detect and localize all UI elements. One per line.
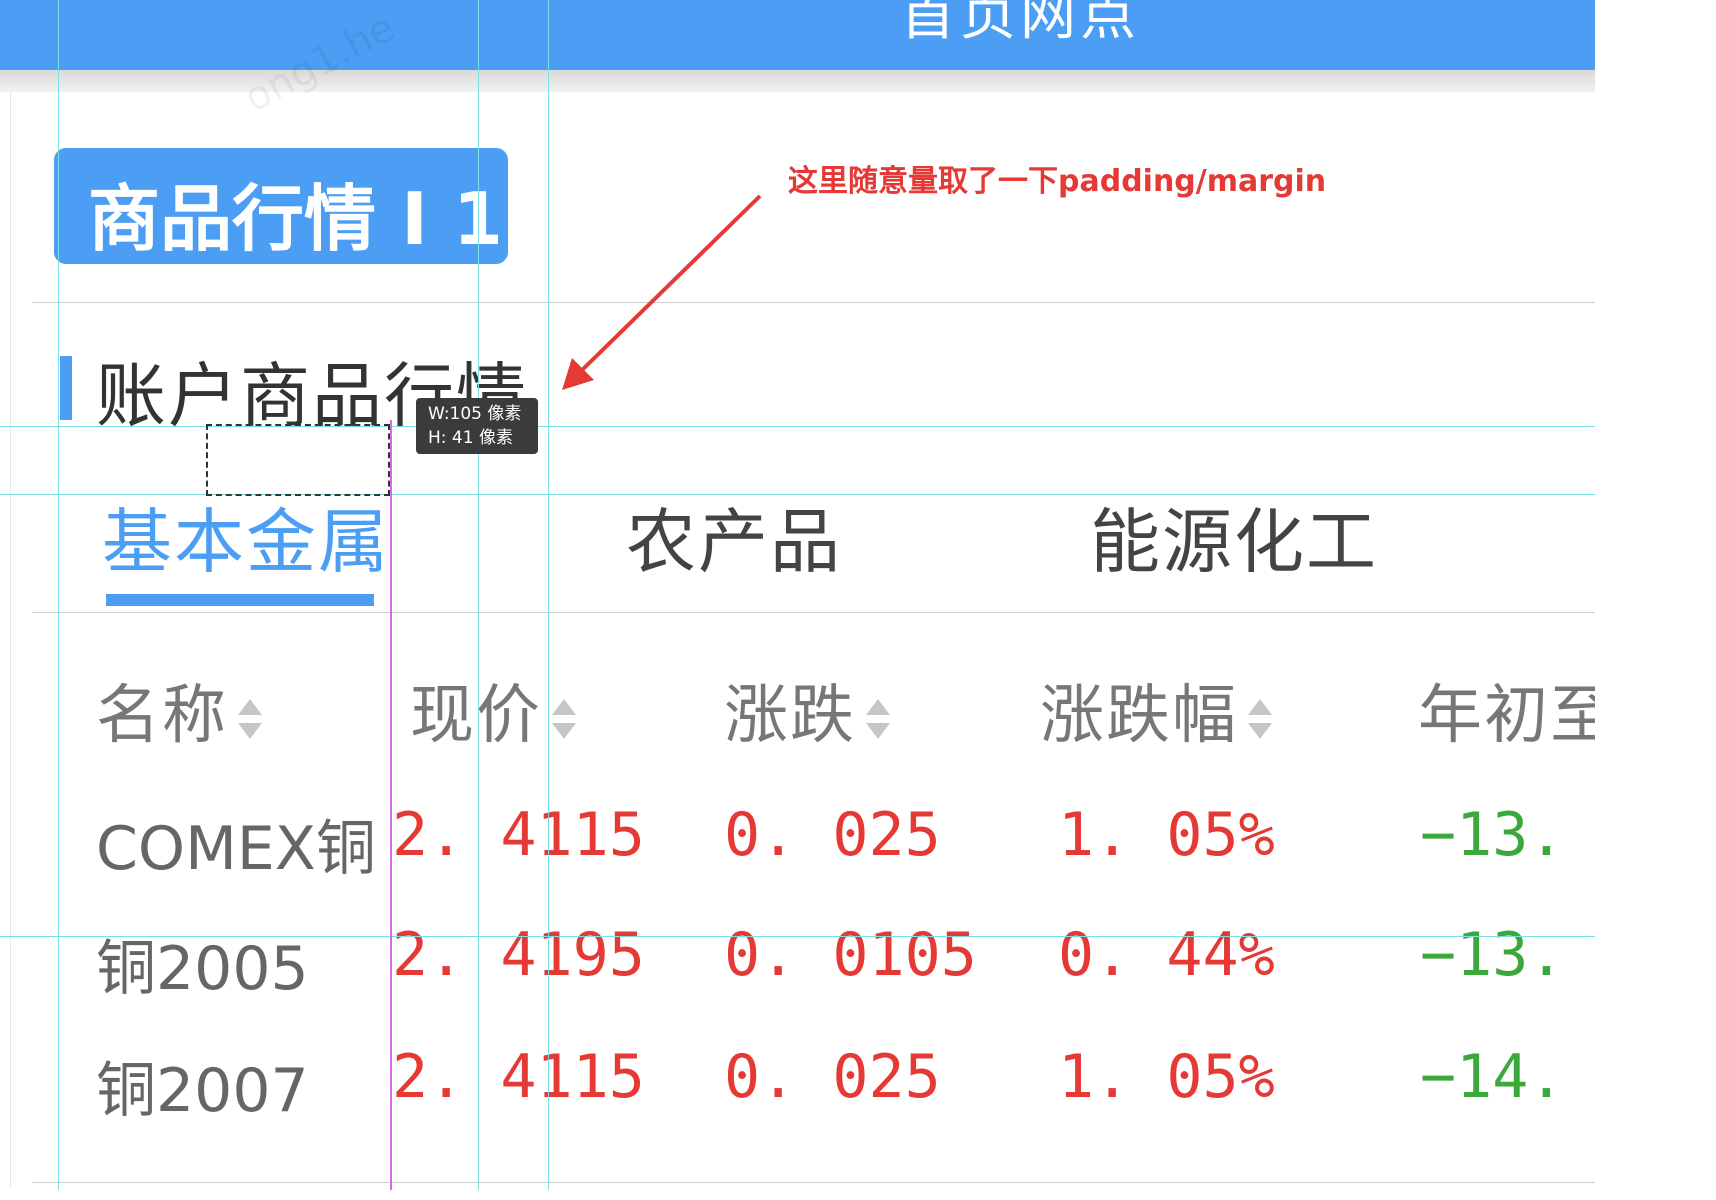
guide-line-horizontal [0, 936, 1595, 937]
section-tag[interactable]: 商品行情 I 1 [54, 148, 508, 264]
measure-height-label: H: 41 像素 [428, 428, 513, 448]
guide-line-vertical [478, 0, 479, 1190]
sort-icon[interactable] [1248, 699, 1272, 740]
active-tab-indicator [106, 594, 374, 606]
guide-line-vertical [548, 0, 549, 1190]
guide-line-vertical [58, 0, 59, 1190]
column-header-change[interactable]: 涨跌 [724, 664, 890, 756]
sort-icon[interactable] [866, 699, 890, 740]
column-header-price[interactable]: 现价 [410, 664, 576, 756]
annotation-note: 这里随意量取了一下padding/margin [788, 164, 1327, 199]
table-cell-change-pct: 1. 05% [1058, 800, 1275, 870]
table-cell-name: 铜2007 [96, 1056, 309, 1126]
top-header-bar: 首页网点 [0, 0, 1595, 70]
measure-tooltip: W:105 像素 H: 41 像素 [416, 398, 538, 454]
table-cell-price: 2. 4115 [392, 800, 645, 870]
column-header-change-pct[interactable]: 涨跌幅 [1040, 664, 1272, 756]
right-blank-area [1595, 0, 1716, 1200]
divider-tabs [32, 612, 1595, 613]
column-header-name[interactable]: 名称 [96, 664, 262, 756]
tab-basic-metals[interactable]: 基本金属 [102, 486, 390, 587]
divider-bottom [32, 1182, 1595, 1183]
section-tag-label: 商品行情 I 1 [88, 177, 504, 261]
subtitle-accent-bar [60, 356, 72, 420]
sort-icon[interactable] [552, 699, 576, 740]
column-header-price-label: 现价 [410, 679, 542, 753]
column-header-name-label: 名称 [96, 679, 228, 753]
table-cell-price: 2. 4115 [392, 1042, 645, 1112]
table-cell-change-pct: 0. 44% [1058, 920, 1275, 990]
sort-icon[interactable] [238, 699, 262, 740]
divider-top [32, 302, 1595, 303]
table-cell-name: 铜2005 [96, 934, 309, 1004]
tab-agricultural[interactable]: 农产品 [626, 486, 842, 587]
table-cell-price: 2. 4195 [392, 920, 645, 990]
guide-line-magenta [390, 420, 392, 1190]
table-cell-name: COMEX铜 [96, 814, 376, 884]
measure-width-label: W:105 像素 [428, 404, 522, 424]
column-header-ytd-label: 年初至 [1418, 679, 1616, 753]
table-cell-change: 0. 0105 [724, 920, 977, 990]
table-cell-change-pct: 1. 05% [1058, 1042, 1275, 1112]
column-header-change-label: 涨跌 [724, 679, 856, 753]
table-cell-change: 0. 025 [724, 800, 941, 870]
header-title: 首页网点 [900, 0, 1140, 48]
column-header-ytd[interactable]: 年初至 [1418, 664, 1616, 756]
measure-selection-box [206, 424, 390, 496]
column-header-change-pct-label: 涨跌幅 [1040, 679, 1238, 753]
tab-energy-chemical[interactable]: 能源化工 [1090, 486, 1378, 587]
table-cell-change: 0. 025 [724, 1042, 941, 1112]
